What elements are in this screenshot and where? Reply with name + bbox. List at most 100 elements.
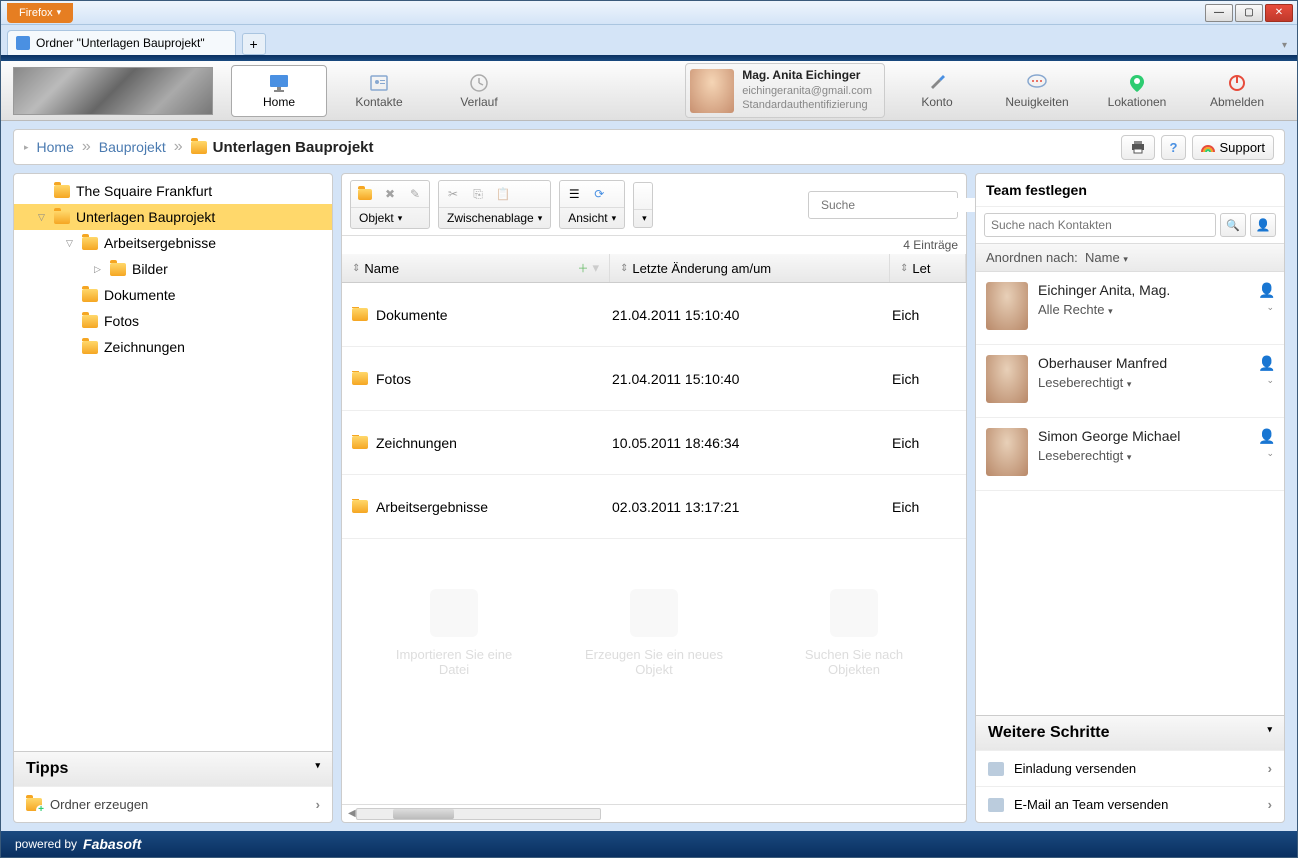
team-sort-row[interactable]: Anordnen nach: Name ▾ xyxy=(976,243,1284,272)
window-minimize-button[interactable]: — xyxy=(1205,4,1233,22)
new-object-icon[interactable] xyxy=(354,184,376,204)
chevron-down-icon[interactable]: ⌄ xyxy=(1266,448,1274,463)
team-member[interactable]: Simon George Michael👤 Leseberechtigt ▾⌄ xyxy=(976,418,1284,491)
drop-hints: Importieren Sie eine Datei Erzeugen Sie … xyxy=(342,539,966,697)
tab-favicon xyxy=(16,36,30,50)
create-icon xyxy=(630,589,678,637)
contact-search-input[interactable] xyxy=(984,213,1216,237)
folder-icon xyxy=(82,289,98,302)
support-button[interactable]: Support xyxy=(1192,135,1274,160)
table-body: Dokumente 21.04.2011 15:10:40 Eich Fotos… xyxy=(342,283,966,539)
tree-item-label: Zeichnungen xyxy=(104,339,185,355)
col-header-user[interactable]: ⇕Let xyxy=(890,254,966,282)
tree-item[interactable]: The Squaire Frankfurt xyxy=(14,178,332,204)
chevron-down-icon[interactable]: ⌄ xyxy=(1266,302,1274,317)
tipps-header[interactable]: Tipps ▾ xyxy=(14,751,332,786)
new-tab-button[interactable]: + xyxy=(242,33,266,55)
row-name: Dokumente xyxy=(376,307,448,323)
search-icon: 🔍 xyxy=(1226,219,1240,232)
print-button[interactable] xyxy=(1121,135,1155,160)
tree-item-label: The Squaire Frankfurt xyxy=(76,183,212,199)
brand-label: Fabasoft xyxy=(83,836,141,852)
printer-icon xyxy=(1130,140,1146,154)
delete-icon: ✖ xyxy=(379,184,401,204)
content-toolbar: ✖ ✎ Objekt ▾ ✂ ⎘ 📋 Zwischenablage ▾ ☰ xyxy=(342,174,966,236)
row-name: Fotos xyxy=(376,371,411,387)
toolbar-view-dropdown[interactable]: Ansicht ▾ xyxy=(560,207,624,228)
tipp-create-folder[interactable]: + Ordner erzeugen › xyxy=(14,787,332,822)
content-search-box[interactable]: 🔍 xyxy=(808,191,958,219)
tree-item[interactable]: Fotos xyxy=(14,308,332,334)
browser-tab[interactable]: Ordner "Unterlagen Bauprojekt" xyxy=(7,30,236,55)
nav-kontakte[interactable]: Kontakte xyxy=(331,65,427,117)
horizontal-scrollbar[interactable]: ◀ xyxy=(342,804,966,822)
window-close-button[interactable]: ✕ xyxy=(1265,4,1293,22)
weitere-step[interactable]: E-Mail an Team versenden› xyxy=(976,786,1284,822)
nav-konto[interactable]: Konto xyxy=(889,65,985,117)
scrollbar-thumb[interactable] xyxy=(393,809,454,819)
member-avatar xyxy=(986,428,1028,476)
row-name: Arbeitsergebnisse xyxy=(376,499,488,515)
col-header-name[interactable]: ⇕Name＋▾ xyxy=(342,254,610,282)
member-avatar xyxy=(986,282,1028,330)
folder-icon xyxy=(110,263,126,276)
table-row[interactable]: Zeichnungen 10.05.2011 18:46:34 Eich xyxy=(342,411,966,475)
tree-item-label: Bilder xyxy=(132,261,168,277)
tree-item[interactable]: Dokumente xyxy=(14,282,332,308)
toolbar-extra-group[interactable]: ▾ xyxy=(633,182,653,228)
window-maximize-button[interactable]: ▢ xyxy=(1235,4,1263,22)
nav-home[interactable]: Home xyxy=(231,65,327,117)
team-member[interactable]: Oberhauser Manfred👤 Leseberechtigt ▾⌄ xyxy=(976,345,1284,418)
toolbar-objekt-group: ✖ ✎ Objekt ▾ xyxy=(350,180,430,229)
contact-search-button[interactable]: 🔍 xyxy=(1220,213,1246,237)
help-button[interactable]: ? xyxy=(1161,135,1187,160)
tree-item[interactable]: Zeichnungen xyxy=(14,334,332,360)
breadcrumb-home[interactable]: Home xyxy=(37,139,74,155)
tree-item[interactable]: ▽Arbeitsergebnisse xyxy=(14,230,332,256)
content-search-input[interactable] xyxy=(821,198,976,212)
step-label: Einladung versenden xyxy=(1014,761,1136,776)
nav-lokationen[interactable]: Lokationen xyxy=(1089,65,1185,117)
firefox-menu-button[interactable]: Firefox▾ xyxy=(7,3,73,23)
breadcrumb-bauprojekt[interactable]: Bauprojekt xyxy=(99,139,166,155)
breadcrumb-back-icon[interactable]: ▸ xyxy=(24,142,29,153)
tab-title: Ordner "Unterlagen Bauprojekt" xyxy=(36,36,205,50)
toolbar-clipboard-dropdown[interactable]: Zwischenablage ▾ xyxy=(439,207,550,228)
row-modified: 02.03.2011 13:17:21 xyxy=(602,499,882,515)
nav-abmelden[interactable]: Abmelden xyxy=(1189,65,1285,117)
member-name: Eichinger Anita, Mag. xyxy=(1038,282,1170,298)
add-column-icon[interactable]: ＋ xyxy=(577,260,588,276)
weitere-step[interactable]: Einladung versenden› xyxy=(976,750,1284,786)
chevron-down-icon: ▾ xyxy=(1267,724,1272,742)
member-role-dropdown[interactable]: Leseberechtigt ▾ xyxy=(1038,448,1131,463)
col-header-modified[interactable]: ⇕Letzte Änderung am/um xyxy=(610,254,890,282)
header-logo-image xyxy=(13,67,213,115)
member-role-dropdown[interactable]: Alle Rechte ▾ xyxy=(1038,302,1113,317)
step-icon xyxy=(988,762,1004,776)
weitere-header[interactable]: Weitere Schritte ▾ xyxy=(976,716,1284,750)
nav-neuigkeiten[interactable]: Neuigkeiten xyxy=(989,65,1085,117)
table-row[interactable]: Arbeitsergebnisse 02.03.2011 13:17:21 Ei… xyxy=(342,475,966,539)
chevron-down-icon[interactable]: ⌄ xyxy=(1266,375,1274,390)
user-auth: Standardauthentifizierung xyxy=(742,98,872,112)
table-row[interactable]: Fotos 21.04.2011 15:10:40 Eich xyxy=(342,347,966,411)
toolbar-objekt-dropdown[interactable]: Objekt ▾ xyxy=(351,207,429,228)
refresh-icon[interactable]: ⟳ xyxy=(588,184,610,204)
nav-verlauf[interactable]: Verlauf xyxy=(431,65,527,117)
user-info-box[interactable]: Mag. Anita Eichinger eichingeranita@gmai… xyxy=(685,63,885,117)
table-row[interactable]: Dokumente 21.04.2011 15:10:40 Eich xyxy=(342,283,966,347)
edit-icon: ✎ xyxy=(404,184,426,204)
member-name: Oberhauser Manfred xyxy=(1038,355,1167,371)
list-view-icon[interactable]: ☰ xyxy=(563,184,585,204)
tab-dropdown-icon[interactable]: ▾ xyxy=(1278,36,1291,55)
add-contact-button[interactable]: 👤 xyxy=(1250,213,1276,237)
tree-item[interactable]: ▷Bilder xyxy=(14,256,332,282)
hint-create: Erzeugen Sie ein neues Objekt xyxy=(584,589,724,677)
user-email: eichingeranita@gmail.com xyxy=(742,84,872,98)
tree-item[interactable]: ▽Unterlagen Bauprojekt xyxy=(14,204,332,230)
rainbow-icon xyxy=(1201,140,1215,154)
location-pin-icon xyxy=(1125,73,1149,93)
team-member[interactable]: Eichinger Anita, Mag.👤 Alle Rechte ▾⌄ xyxy=(976,272,1284,345)
tree-item-label: Fotos xyxy=(104,313,139,329)
member-role-dropdown[interactable]: Leseberechtigt ▾ xyxy=(1038,375,1131,390)
